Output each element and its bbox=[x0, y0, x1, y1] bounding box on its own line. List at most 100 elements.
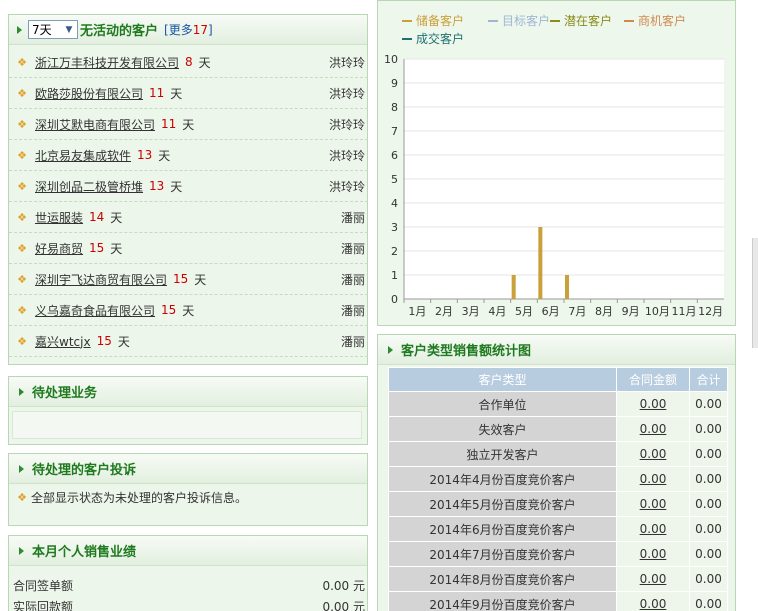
diamond-bullet-icon: ❖ bbox=[17, 210, 27, 224]
contract-amount-cell: 0.00 bbox=[616, 466, 690, 492]
customer-name-link[interactable]: 好易商贸 bbox=[35, 240, 83, 257]
contract-amount-row: 合同签单额 0.00 元 bbox=[13, 577, 365, 594]
total-cell: 0.00 bbox=[689, 491, 728, 517]
contract-amount-cell: 0.00 bbox=[616, 591, 690, 611]
inactive-days: 14 bbox=[89, 210, 105, 224]
owner-name: 潘丽 bbox=[340, 334, 365, 349]
customer-name-link[interactable]: 世运服装 bbox=[35, 209, 83, 226]
list-item: ❖ 义乌嘉奇食品有限公司 15 天 潘丽 bbox=[9, 295, 368, 326]
x-tick-label: 3月 bbox=[462, 305, 480, 318]
table-row: 2014年8月份百度竞价客户 0.00 0.00 bbox=[388, 566, 728, 592]
table-row: 独立开发客户 0.00 0.00 bbox=[388, 441, 728, 467]
customer-name-link[interactable]: 深圳艾默电商有限公司 bbox=[35, 116, 155, 133]
x-tick-label: 7月 bbox=[568, 305, 586, 318]
contract-amount-link[interactable]: 0.00 bbox=[640, 497, 667, 511]
contract-amount-cell: 0.00 bbox=[616, 541, 690, 567]
contract-amount-cell: 0.00 bbox=[616, 491, 690, 517]
legend-swatch bbox=[402, 19, 412, 22]
list-item: ❖ 浙江万丰科技开发有限公司 8 天 洪玲玲 bbox=[9, 47, 368, 78]
sales-panel: 本月个人销售业绩 合同签单额 0.00 元 实际回款额 0.00 元 bbox=[8, 535, 368, 611]
scrollbar[interactable] bbox=[752, 238, 758, 348]
y-tick-label: 2 bbox=[391, 245, 398, 258]
inactive-days: 8 bbox=[185, 55, 193, 69]
day-unit: 天 bbox=[170, 179, 183, 194]
bar bbox=[511, 275, 516, 299]
y-tick-label: 7 bbox=[391, 125, 398, 138]
day-unit: 天 bbox=[182, 303, 195, 318]
owner-name: 洪玲玲 bbox=[328, 148, 365, 163]
more-link[interactable]: [更多17] bbox=[164, 21, 213, 38]
diamond-bullet-icon: ❖ bbox=[17, 86, 27, 100]
diamond-bullet-icon: ❖ bbox=[17, 334, 27, 348]
contract-amount-link[interactable]: 0.00 bbox=[640, 547, 667, 561]
customer-name-link[interactable]: 北京易友集成软件 bbox=[35, 147, 131, 164]
inactive-customers-header: 7天 ▼ 无活动的客户 [更多17] bbox=[9, 15, 367, 45]
list-item: ❖ 深圳艾默电商有限公司 11 天 洪玲玲 bbox=[9, 109, 368, 140]
customer-name-link[interactable]: 欧路莎股份有限公司 bbox=[35, 85, 143, 102]
collapse-arrow-icon[interactable] bbox=[17, 25, 22, 34]
complaints-note: ❖ 全部显示状态为未处理的客户投诉信息。 bbox=[13, 489, 247, 506]
y-tick-label: 8 bbox=[391, 101, 398, 114]
received-amount-value: 0.00 元 bbox=[322, 600, 365, 611]
contract-amount-link[interactable]: 0.00 bbox=[640, 397, 667, 411]
customer-name-link[interactable]: 深圳创品二极管桥堆 bbox=[35, 178, 143, 195]
day-unit: 天 bbox=[198, 55, 211, 70]
customer-type-cell: 2014年5月份百度竞价客户 bbox=[388, 491, 617, 517]
collapse-arrow-icon[interactable] bbox=[388, 345, 393, 354]
pending-business-header: 待处理业务 bbox=[9, 377, 367, 407]
customer-name-link[interactable]: 嘉兴wtcjx bbox=[35, 333, 91, 350]
owner-name: 洪玲玲 bbox=[328, 55, 365, 70]
contract-amount-cell: 0.00 bbox=[616, 416, 690, 442]
table-row: 2014年7月份百度竞价客户 0.00 0.00 bbox=[388, 541, 728, 567]
customer-type-cell: 2014年9月份百度竞价客户 bbox=[388, 591, 617, 611]
diamond-bullet-icon: ❖ bbox=[17, 179, 27, 193]
contract-amount-label: 合同签单额 bbox=[13, 579, 74, 593]
legend-swatch bbox=[550, 19, 560, 22]
owner-name: 潘丽 bbox=[340, 272, 365, 287]
complaints-note-text: 全部显示状态为未处理的客户投诉信息。 bbox=[31, 491, 248, 505]
received-amount-label: 实际回款额 bbox=[13, 600, 74, 611]
total-cell: 0.00 bbox=[689, 516, 728, 542]
table-row: 2014年4月份百度竞价客户 0.00 0.00 bbox=[388, 466, 728, 492]
more-count: 17 bbox=[192, 23, 208, 37]
customer-name-link[interactable]: 义乌嘉奇食品有限公司 bbox=[35, 302, 155, 319]
legend-label: 储备客户 bbox=[416, 14, 465, 28]
pending-business-panel: 待处理业务 bbox=[8, 376, 368, 445]
list-item: ❖ 深圳创品二极管桥堆 13 天 洪玲玲 bbox=[9, 171, 368, 202]
bar bbox=[538, 227, 543, 299]
collapse-arrow-icon[interactable] bbox=[19, 546, 24, 555]
list-item: ❖ 世运服装 14 天 潘丽 bbox=[9, 202, 368, 233]
y-tick-label: 1 bbox=[391, 269, 398, 282]
x-tick-label: 12月 bbox=[698, 305, 723, 318]
contract-amount-link[interactable]: 0.00 bbox=[640, 447, 667, 461]
type-stats-table: 客户类型 合同金额 合计 合作单位 0.00 0.00 失效客户 0.00 0.00 独立开… bbox=[388, 367, 728, 611]
inactive-days: 11 bbox=[161, 117, 177, 131]
col-type-header: 客户类型 bbox=[388, 367, 617, 392]
contract-amount-link[interactable]: 0.00 bbox=[640, 597, 667, 611]
list-item: ❖ 深圳宇飞达商贸有限公司 15 天 潘丽 bbox=[9, 264, 368, 295]
collapse-arrow-icon[interactable] bbox=[19, 387, 24, 396]
legend-label: 商机客户 bbox=[638, 14, 687, 28]
chevron-down-icon[interactable]: ▼ bbox=[61, 21, 77, 38]
days-select[interactable]: 7天 ▼ bbox=[28, 20, 78, 39]
collapse-arrow-icon[interactable] bbox=[19, 464, 24, 473]
customer-type-cell: 独立开发客户 bbox=[388, 441, 617, 467]
customer-name-link[interactable]: 深圳宇飞达商贸有限公司 bbox=[35, 271, 167, 288]
customer-type-cell: 2014年6月份百度竞价客户 bbox=[388, 516, 617, 542]
x-tick-label: 9月 bbox=[622, 305, 640, 318]
contract-amount-link[interactable]: 0.00 bbox=[640, 422, 667, 436]
contract-amount-link[interactable]: 0.00 bbox=[640, 472, 667, 486]
y-tick-label: 4 bbox=[391, 197, 398, 210]
contract-amount-link[interactable]: 0.00 bbox=[640, 522, 667, 536]
contract-amount-value: 0.00 元 bbox=[322, 579, 365, 593]
inactive-days: 15 bbox=[96, 334, 112, 348]
y-tick-label: 6 bbox=[391, 149, 398, 162]
contract-amount-link[interactable]: 0.00 bbox=[640, 572, 667, 586]
y-tick-label: 9 bbox=[391, 77, 398, 90]
legend-item: 潜在客户 bbox=[550, 12, 612, 29]
col-amount-header: 合同金额 bbox=[616, 367, 690, 392]
customer-type-cell: 2014年8月份百度竞价客户 bbox=[388, 566, 617, 592]
bar bbox=[565, 275, 569, 299]
owner-name: 潘丽 bbox=[340, 303, 365, 318]
customer-name-link[interactable]: 浙江万丰科技开发有限公司 bbox=[35, 54, 179, 71]
